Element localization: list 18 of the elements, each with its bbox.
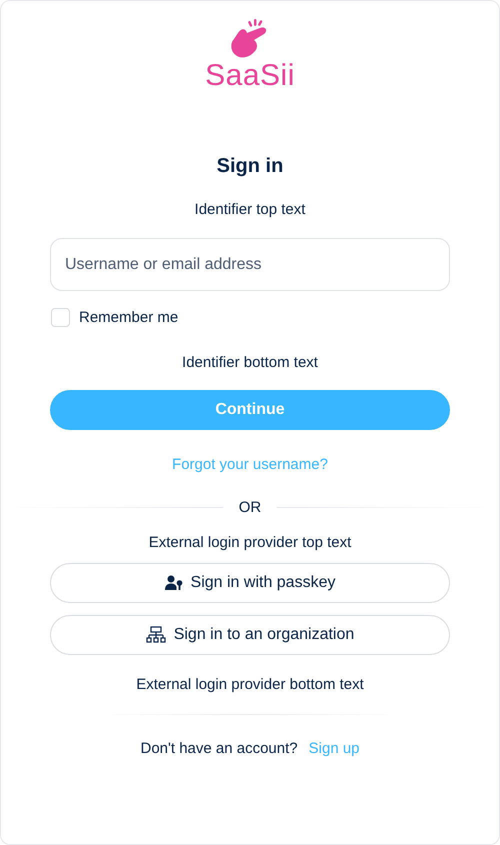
- username-field[interactable]: Username or email address: [50, 238, 450, 291]
- signup-prompt: Don't have an account?: [140, 740, 298, 757]
- or-separator: OR: [238, 499, 262, 516]
- identifier-bottom-text: Identifier bottom text: [182, 354, 318, 371]
- continue-button[interactable]: Continue: [50, 390, 450, 430]
- remember-label: Remember me: [79, 309, 178, 326]
- remember-checkbox[interactable]: [51, 308, 70, 327]
- organization-signin-button[interactable]: Sign in to an organization: [50, 615, 450, 655]
- identifier-top-text: Identifier top text: [194, 201, 306, 218]
- external-top-text: External login provider top text: [148, 534, 352, 551]
- forgot-username-link[interactable]: Forgot your username?: [172, 456, 328, 473]
- page-title: Sign in: [216, 155, 284, 178]
- signup-link[interactable]: Sign up: [308, 740, 360, 757]
- external-bottom-text: External login provider bottom text: [136, 676, 364, 693]
- hierarchy-icon: [146, 626, 166, 644]
- user-key-icon: [164, 575, 183, 591]
- logo-wordmark: SaaSii: [205, 61, 295, 91]
- passkey-signin-button[interactable]: Sign in with passkey: [50, 563, 450, 603]
